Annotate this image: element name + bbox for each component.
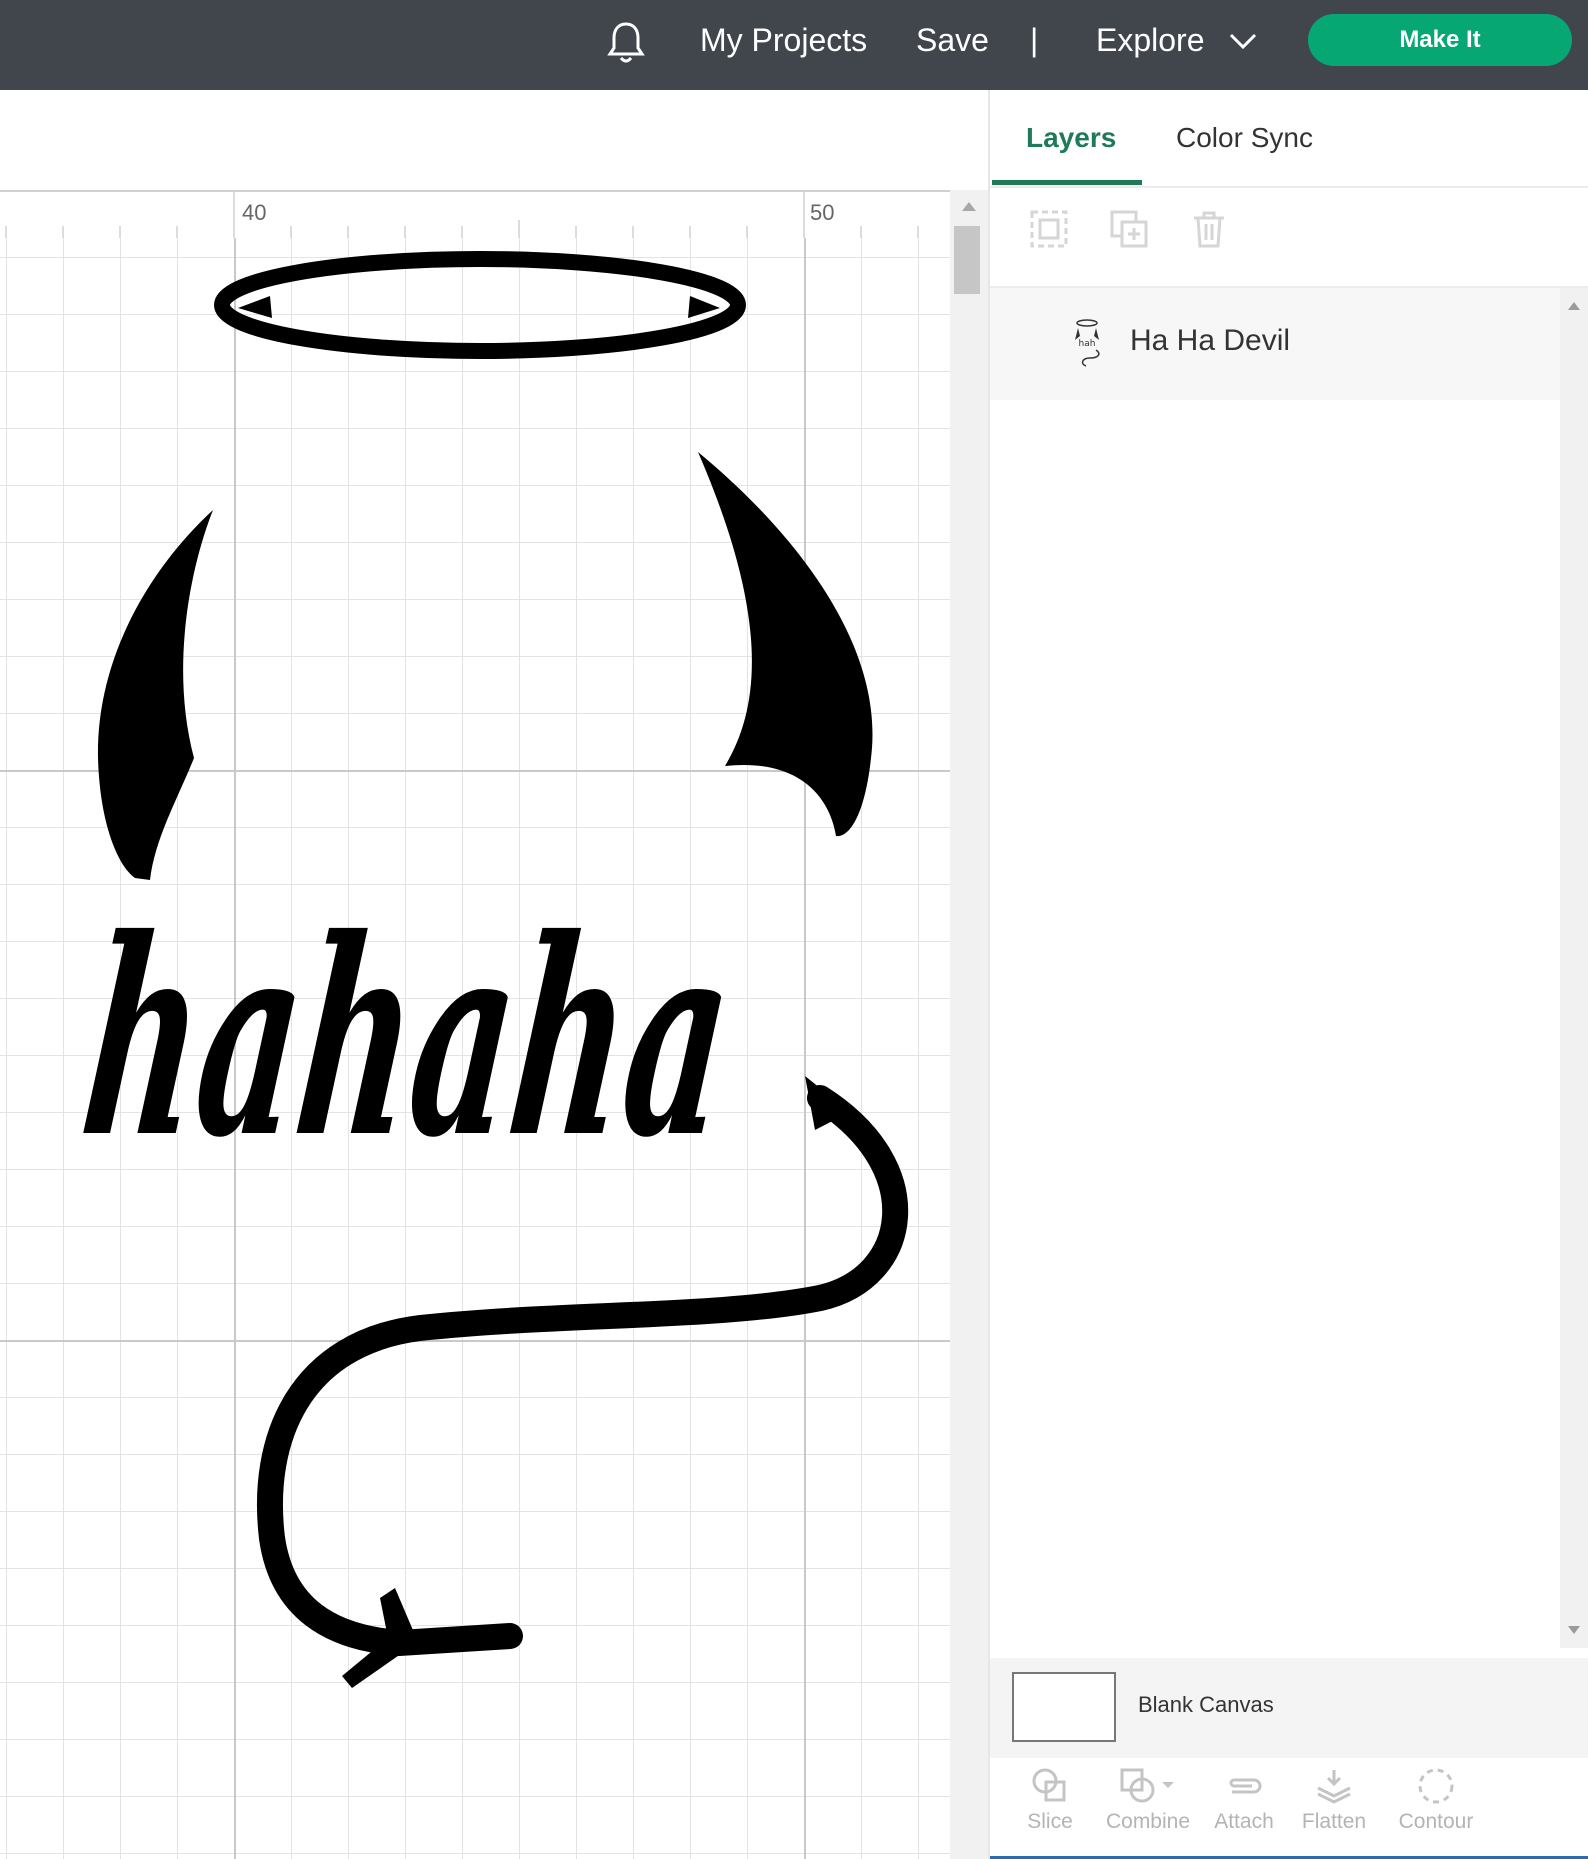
- ruler-ticks: [5, 192, 919, 238]
- slice-button[interactable]: Slice: [1010, 1758, 1090, 1856]
- svg-text:hah: hah: [1079, 339, 1096, 349]
- group-icon[interactable]: [1028, 208, 1070, 250]
- design-canvas[interactable]: hahaha: [0, 238, 950, 1859]
- contour-button[interactable]: Contour: [1388, 1758, 1484, 1856]
- combine-icon: [1120, 1768, 1174, 1803]
- canvas-vertical-scrollbar[interactable]: [950, 190, 988, 1859]
- flatten-button[interactable]: Flatten: [1292, 1758, 1376, 1856]
- blank-canvas-swatch[interactable]: [1012, 1672, 1116, 1742]
- layer-thumbnail-icon: hah: [1075, 319, 1100, 367]
- layer-item[interactable]: hah Ha Ha Devil: [990, 288, 1560, 400]
- horizontal-ruler: 40 50: [0, 190, 950, 240]
- layers-scroll-up-arrow[interactable]: [1568, 302, 1580, 310]
- layers-panel: Layers Color Sync hah Ha Ha Devil Blank …: [988, 90, 1588, 1859]
- nav-separator: |: [1030, 22, 1039, 58]
- layer-toolbar: [990, 188, 1588, 288]
- ha-ha-devil-design[interactable]: hahaha: [0, 238, 950, 1859]
- slice-label: Slice: [1027, 1810, 1073, 1833]
- canvas-toolbar-area: [0, 90, 988, 190]
- layer-name: Ha Ha Devil: [1130, 324, 1291, 357]
- layers-list: hah Ha Ha Devil: [990, 288, 1560, 1648]
- explore-menu[interactable]: Explore: [1096, 18, 1205, 62]
- bottom-toolbar: Slice Combine Attach Flatten Contour: [990, 1758, 1588, 1859]
- tab-layers[interactable]: Layers: [1026, 118, 1116, 158]
- top-bar: My Projects Save | Explore Make It: [0, 0, 1588, 90]
- blank-canvas-label: Blank Canvas: [1138, 1692, 1274, 1717]
- left-horn-shape: [97, 510, 213, 880]
- chevron-down-icon[interactable]: [1228, 30, 1258, 52]
- duplicate-icon[interactable]: [1108, 208, 1150, 250]
- attach-icon: [1229, 1778, 1262, 1794]
- attach-label: Attach: [1214, 1810, 1274, 1833]
- combine-label: Combine: [1105, 1810, 1191, 1833]
- design-text: hahaha: [71, 880, 744, 1197]
- flatten-label: Flatten: [1301, 1810, 1367, 1833]
- tab-color-sync[interactable]: Color Sync: [1176, 118, 1313, 158]
- delete-icon[interactable]: [1188, 208, 1230, 250]
- layers-scrollbar[interactable]: [1560, 288, 1588, 1648]
- slice-icon: [1032, 1768, 1066, 1802]
- save-link[interactable]: Save: [916, 18, 989, 62]
- contour-label: Contour: [1398, 1810, 1474, 1833]
- my-projects-link[interactable]: My Projects: [700, 18, 867, 62]
- combine-button[interactable]: Combine: [1098, 1758, 1198, 1856]
- make-it-button[interactable]: Make It: [1308, 14, 1572, 66]
- flatten-icon: [1317, 1770, 1351, 1804]
- contour-icon: [1418, 1768, 1454, 1804]
- scroll-thumb[interactable]: [954, 226, 980, 294]
- attach-button[interactable]: Attach: [1204, 1758, 1284, 1856]
- layers-scroll-down-arrow[interactable]: [1568, 1626, 1580, 1634]
- scroll-up-arrow[interactable]: [962, 202, 976, 211]
- active-tab-indicator: [992, 180, 1142, 185]
- halo-shape: [214, 251, 746, 359]
- panel-tabs: Layers Color Sync: [990, 90, 1588, 188]
- blank-canvas-row[interactable]: Blank Canvas: [990, 1658, 1588, 1758]
- notifications-bell-icon[interactable]: [606, 20, 646, 66]
- right-horn-shape: [698, 452, 873, 837]
